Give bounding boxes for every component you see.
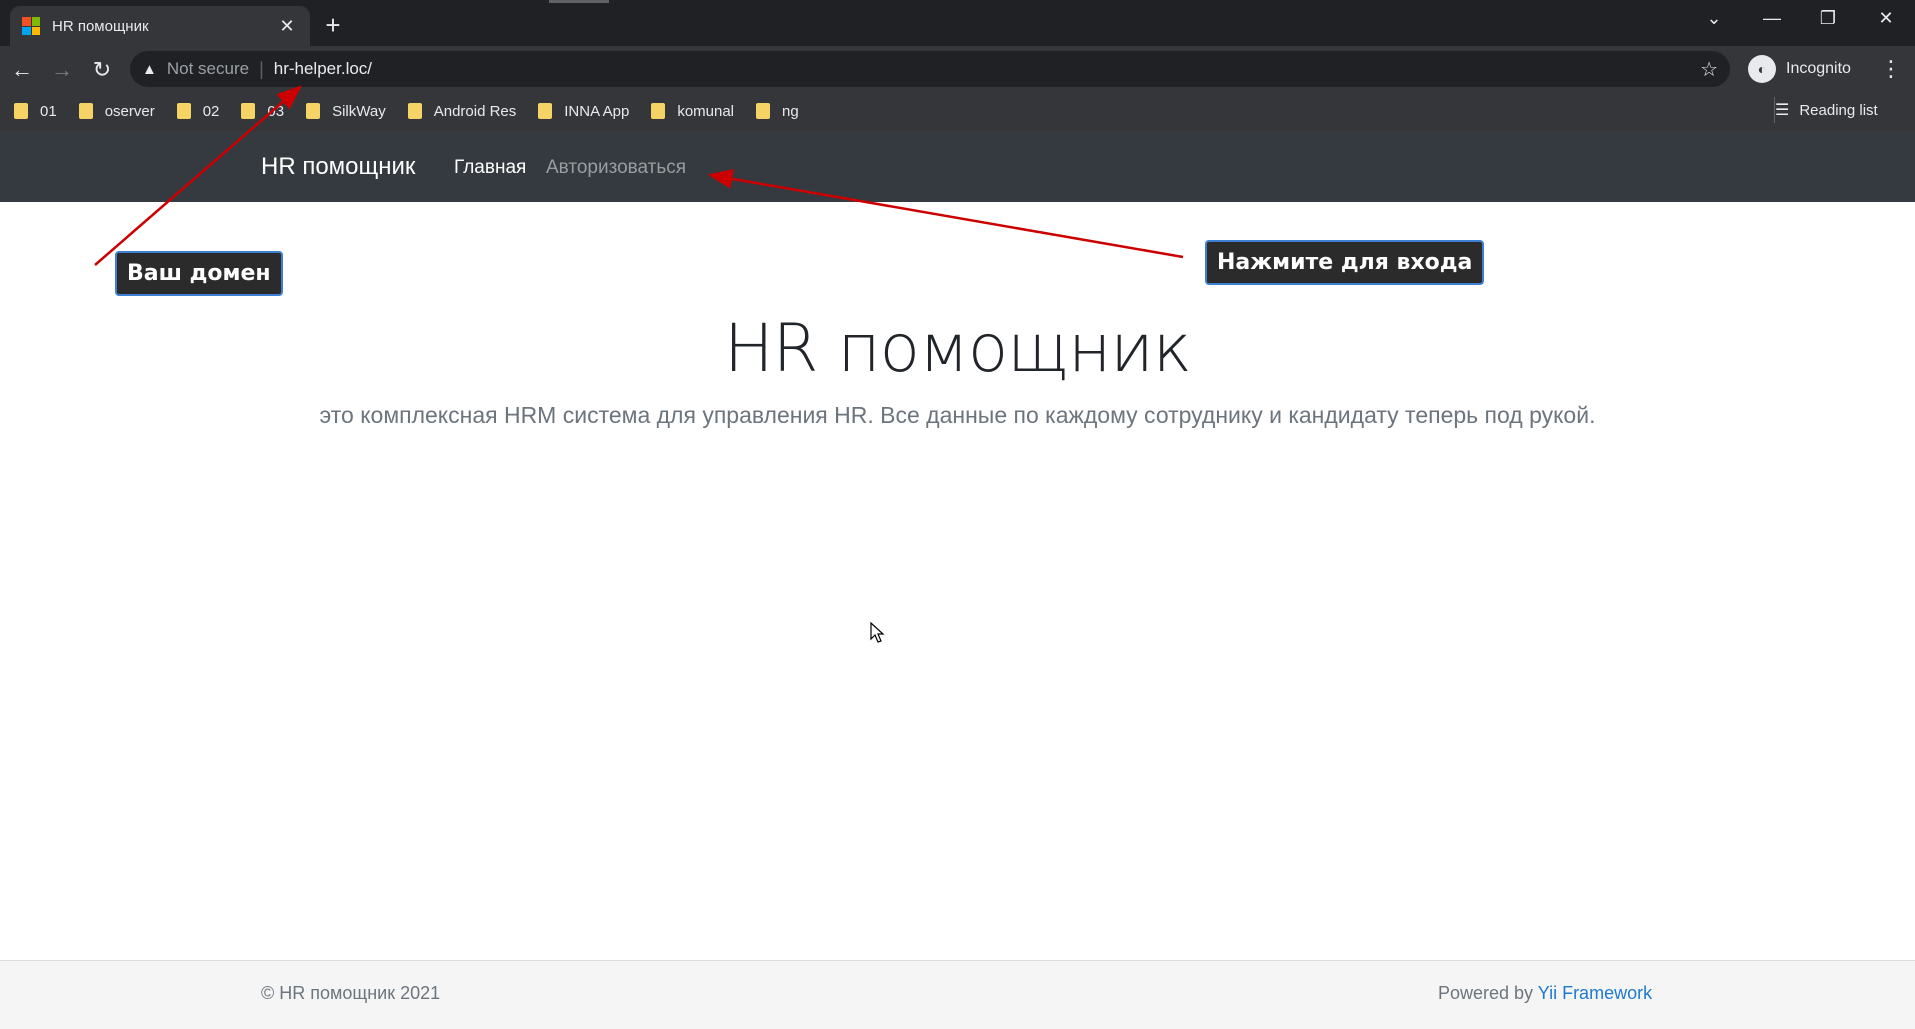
reading-list-icon: ☰ [1775, 102, 1790, 119]
bookmark-label: SilkWay [332, 102, 386, 120]
incognito-icon: ◐ [1748, 55, 1776, 83]
bookmark-label: ng [782, 102, 799, 120]
restore-icon[interactable]: ❐ [1808, 8, 1848, 29]
page-title: HR помощник [724, 310, 1192, 387]
footer-powered: Powered by Yii Framework [1438, 983, 1652, 1004]
bookmark-folder[interactable]: 01 [14, 103, 57, 120]
folder-icon [756, 103, 771, 119]
minimize-icon[interactable]: — [1752, 8, 1792, 29]
close-window-icon[interactable]: ✕ [1866, 8, 1906, 29]
bookmark-folder[interactable]: INNA App [538, 103, 629, 120]
not-secure-label: Not secure [166, 59, 250, 78]
folder-icon [538, 103, 553, 119]
bookmark-folder[interactable]: ng [756, 103, 799, 120]
bookmark-label: 03 [267, 102, 285, 120]
favicon-icon [22, 17, 40, 35]
site-brand[interactable]: HR помощник [261, 153, 415, 181]
url-text[interactable]: hr-helper.loc/ [274, 59, 1700, 79]
incognito-label: Incognito [1786, 60, 1851, 77]
folder-icon [14, 103, 28, 119]
new-tab-button[interactable]: + [318, 10, 348, 40]
browser-tab[interactable]: HR помощник ✕ [10, 6, 310, 46]
bookmarks-bar: 01 oserver 02 03 SilkWay Android Res INN… [0, 92, 1915, 130]
omnibox-separator: | [259, 58, 264, 79]
bookmark-folder[interactable]: SilkWay [306, 103, 386, 120]
folder-icon [651, 103, 666, 119]
bookmark-folder[interactable]: oserver [78, 102, 155, 120]
folder-icon [306, 103, 321, 119]
nav-login-link[interactable]: Авторизоваться [546, 157, 686, 179]
reading-list-button[interactable]: ☰ Reading list [1775, 100, 1878, 120]
tab-title: HR помощник [52, 17, 149, 35]
login-callout: Нажмите для входа [1205, 240, 1485, 285]
powered-by-text: Powered by [1438, 983, 1538, 1003]
reading-list-label: Reading list [1799, 101, 1878, 119]
bookmark-folder[interactable]: 02 [176, 102, 220, 120]
menu-icon[interactable]: ⋮ [1880, 56, 1902, 82]
tab-strip: HR помощник ✕ + ⌄ — ❐ ✕ [0, 0, 1915, 46]
close-tab-icon[interactable]: ✕ [276, 16, 298, 37]
address-bar[interactable]: ▲ Not secure | hr-helper.loc/ ☆ [130, 51, 1730, 87]
bookmark-label: komunal [677, 102, 735, 120]
domain-callout: Ваш домен [115, 251, 283, 296]
bookmark-folder[interactable]: Android Res [407, 102, 517, 120]
folder-icon [78, 103, 93, 119]
bookmark-label: 02 [202, 102, 220, 120]
tab-indicator [549, 0, 609, 3]
bookmark-label: Android Res [433, 102, 517, 120]
bookmark-star-icon[interactable]: ☆ [1700, 57, 1718, 82]
folder-icon [407, 103, 422, 119]
mouse-cursor-icon [870, 622, 885, 643]
warning-icon: ▲ [142, 60, 157, 78]
folder-icon [176, 103, 191, 119]
browser-toolbar: ← → ↻ ▲ Not secure | hr-helper.loc/ ☆ ◐ … [0, 46, 1915, 92]
yii-framework-link[interactable]: Yii Framework [1538, 983, 1652, 1003]
back-icon[interactable]: ← [8, 56, 36, 84]
nav-home-link[interactable]: Главная [454, 157, 526, 179]
bookmark-label: oserver [104, 102, 155, 120]
site-navbar: HR помощник Главная Авторизоваться [0, 131, 1915, 202]
bookmark-folder[interactable]: komunal [651, 103, 734, 120]
bookmark-label: 01 [40, 102, 57, 120]
browser-chrome: HR помощник ✕ + ⌄ — ❐ ✕ ← → ↻ ▲ Not secu… [0, 0, 1915, 131]
footer-copyright: © HR помощник 2021 [261, 983, 441, 1003]
reload-icon[interactable]: ↻ [88, 56, 116, 84]
bookmark-folder[interactable]: 03 [241, 103, 284, 120]
bookmark-label: INNA App [564, 102, 630, 120]
incognito-profile[interactable]: ◐ Incognito [1748, 54, 1851, 84]
tab-search-icon[interactable]: ⌄ [1694, 8, 1734, 29]
site-footer: © HR помощник 2021 Powered by Yii Framew… [0, 960, 1915, 1029]
forward-icon[interactable]: → [48, 56, 76, 84]
folder-icon [241, 103, 256, 119]
page-lead: это комплексная HRM система для управлен… [319, 402, 1596, 428]
